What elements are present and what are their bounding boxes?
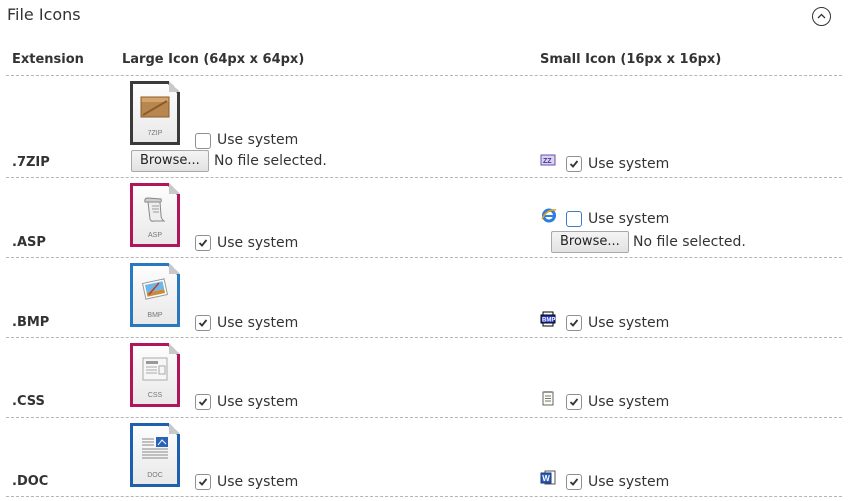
file-status: No file selected.	[214, 153, 327, 169]
7zip-archive-icon: 7ZIP	[130, 81, 180, 145]
use-system-large-checkbox[interactable]	[195, 235, 211, 251]
use-system-large-checkbox[interactable]	[195, 474, 211, 490]
row-divider	[6, 177, 842, 178]
use-system-label: Use system	[588, 156, 670, 172]
extension-label: .CSS	[12, 394, 45, 409]
extension-label: .ASP	[12, 235, 46, 250]
file-status: No file selected.	[633, 234, 746, 250]
use-system-label: Use system	[588, 474, 670, 490]
use-system-label: Use system	[217, 474, 299, 490]
row-divider	[6, 337, 842, 338]
7zip-small-icon: ZZ	[540, 152, 556, 168]
use-system-label: Use system	[217, 315, 299, 331]
row-divider	[6, 496, 842, 497]
use-system-large-checkbox[interactable]	[195, 133, 211, 149]
extension-label: .7ZIP	[12, 155, 50, 170]
internet-explorer-icon	[541, 207, 557, 223]
extension-label: .DOC	[12, 474, 49, 489]
extension-label: .BMP	[12, 315, 50, 330]
collapse-section-button[interactable]	[812, 7, 831, 26]
svg-text:W: W	[542, 474, 550, 483]
doc-word-icon: DOC	[130, 423, 180, 487]
browse-small-icon-button[interactable]: Browse...	[551, 231, 629, 253]
row-divider	[6, 257, 842, 258]
section-title: File Icons	[7, 5, 81, 24]
use-system-small-checkbox[interactable]	[566, 474, 582, 490]
column-header-extension: Extension	[12, 52, 84, 67]
svg-text:ZZ: ZZ	[543, 158, 552, 165]
bmp-small-icon: BMP	[540, 311, 556, 327]
use-system-small-checkbox[interactable]	[566, 315, 582, 331]
browse-large-icon-button[interactable]: Browse...	[131, 150, 209, 172]
asp-script-icon: ASP	[130, 183, 180, 247]
use-system-label: Use system	[588, 211, 670, 227]
bmp-image-icon: BMP	[130, 263, 180, 327]
use-system-small-checkbox[interactable]	[566, 394, 582, 410]
use-system-large-checkbox[interactable]	[195, 394, 211, 410]
use-system-label: Use system	[217, 394, 299, 410]
use-system-label: Use system	[217, 132, 299, 148]
column-header-small-icon: Small Icon (16px x 16px)	[540, 52, 722, 67]
word-small-icon: W	[540, 470, 556, 486]
use-system-label: Use system	[217, 235, 299, 251]
header-divider	[6, 75, 842, 76]
use-system-small-checkbox[interactable]	[566, 156, 582, 172]
use-system-large-checkbox[interactable]	[195, 315, 211, 331]
use-system-label: Use system	[588, 315, 670, 331]
row-divider	[6, 417, 842, 418]
notepad-icon	[540, 390, 556, 406]
use-system-small-checkbox[interactable]	[566, 211, 582, 227]
use-system-label: Use system	[588, 394, 670, 410]
column-header-large-icon: Large Icon (64px x 64px)	[122, 52, 305, 67]
css-document-icon: CSS	[130, 343, 180, 407]
